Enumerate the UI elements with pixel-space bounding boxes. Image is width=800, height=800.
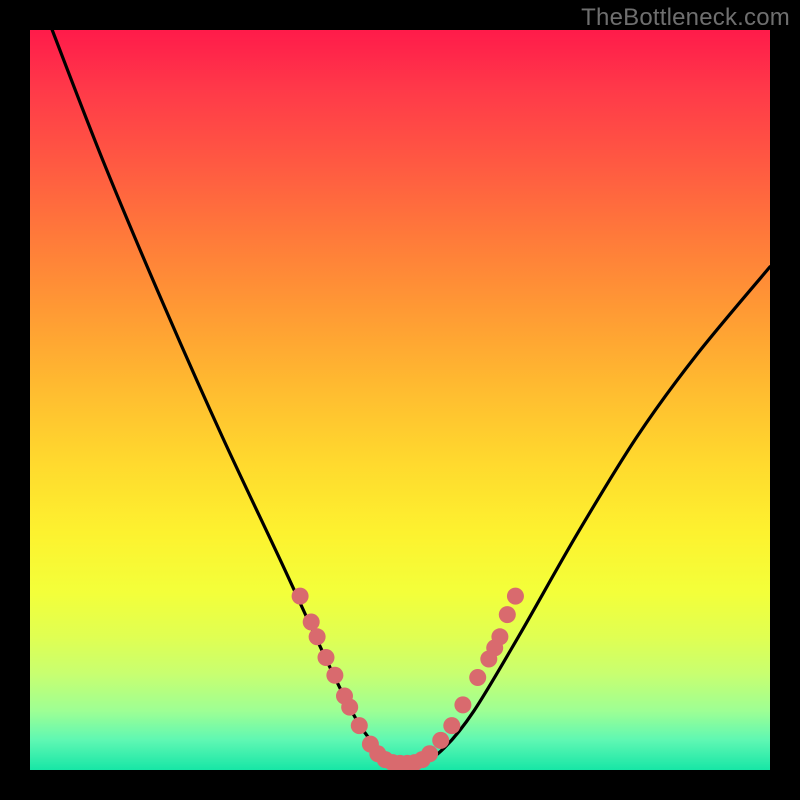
data-marker [432, 732, 449, 749]
bottleneck-curve [52, 30, 770, 764]
data-marker [507, 588, 524, 605]
marker-group [292, 588, 524, 770]
data-marker [499, 606, 516, 623]
plot-area [30, 30, 770, 770]
data-marker [351, 717, 368, 734]
data-marker [454, 696, 471, 713]
data-marker [292, 588, 309, 605]
data-marker [318, 649, 335, 666]
data-marker [421, 745, 438, 762]
chart-svg [30, 30, 770, 770]
data-marker [341, 699, 358, 716]
watermark-text: TheBottleneck.com [581, 4, 790, 32]
data-marker [469, 669, 486, 686]
data-marker [491, 628, 508, 645]
data-marker [309, 628, 326, 645]
data-marker [443, 717, 460, 734]
data-marker [303, 614, 320, 631]
chart-frame: TheBottleneck.com [0, 0, 800, 800]
data-marker [326, 667, 343, 684]
